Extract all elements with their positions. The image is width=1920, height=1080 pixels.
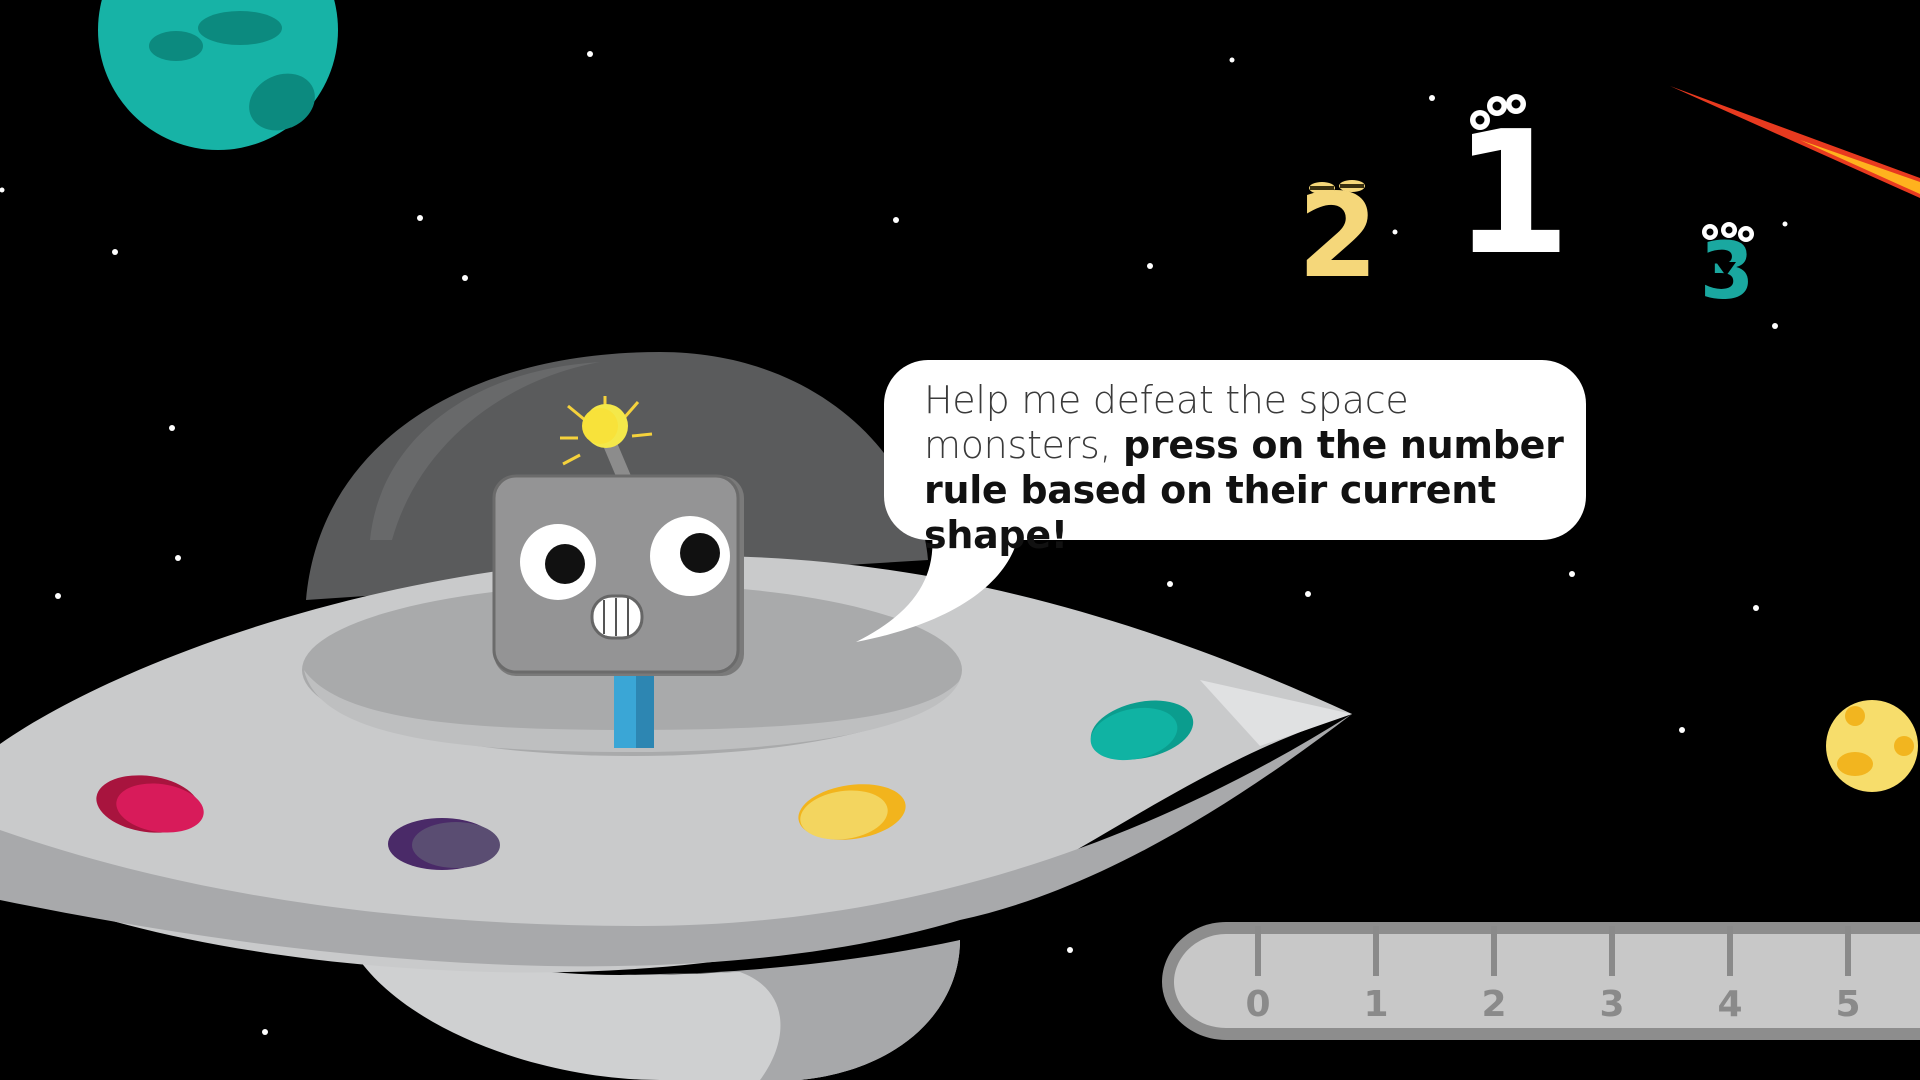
- yellow-planet: [1826, 700, 1918, 792]
- number-rule-tick-2[interactable]: [1491, 926, 1497, 976]
- comet-streak: [1670, 86, 1920, 198]
- teal-planet: [98, 0, 338, 150]
- number-rule-label-1[interactable]: 1: [1363, 984, 1388, 1025]
- number-rule-tick-1[interactable]: [1373, 926, 1379, 976]
- number-rule-tick-0[interactable]: [1255, 926, 1261, 976]
- number-rule-label-0[interactable]: 0: [1245, 984, 1270, 1025]
- number-rule-tick-5[interactable]: [1845, 926, 1851, 976]
- number-rule[interactable]: 0 1 2 3 4 5: [1162, 922, 1920, 1040]
- number-rule-label-2[interactable]: 2: [1481, 984, 1506, 1025]
- number-monster-2[interactable]: 2: [1298, 169, 1379, 304]
- number-rule-label-5[interactable]: 5: [1835, 984, 1860, 1025]
- number-rule-tick-4[interactable]: [1727, 926, 1733, 976]
- number-rule-tick-3[interactable]: [1609, 926, 1615, 976]
- number-monster-3[interactable]: 3: [1700, 222, 1754, 317]
- number-rule-label-3[interactable]: 3: [1599, 984, 1624, 1025]
- number-monster-1[interactable]: 1: [1453, 94, 1571, 293]
- monster-1-digit: 1: [1453, 95, 1571, 293]
- number-rule-label-4[interactable]: 4: [1717, 984, 1742, 1025]
- speech-text: Help me defeat the space monsters, press…: [924, 378, 1584, 558]
